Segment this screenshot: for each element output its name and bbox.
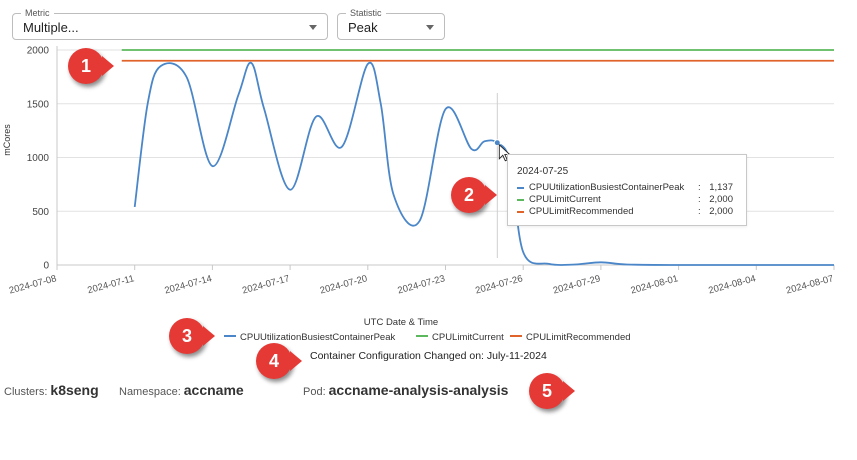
y-tick-label: 0 — [43, 261, 49, 272]
legend-swatch — [510, 335, 522, 338]
pod-info: Pod: accname-analysis-analysis — [303, 382, 508, 400]
legend-label: CPULimitCurrent — [432, 332, 504, 343]
x-tick-label: 2024-07-29 — [552, 273, 602, 296]
legend-swatch — [224, 335, 236, 338]
y-tick-label: 1000 — [27, 153, 50, 164]
tooltip-colon: : — [698, 194, 701, 205]
clusters-value: k8seng — [50, 382, 99, 398]
tooltip-colon: : — [698, 182, 701, 193]
y-tick-label: 1500 — [27, 99, 50, 110]
pod-label: Pod: — [303, 386, 326, 398]
tooltip-row: CPUUtilizationBusiestContainerPeak : 1,1… — [517, 182, 743, 194]
x-tick-label: 2024-07-23 — [396, 273, 446, 296]
y-tick-label: 500 — [32, 207, 49, 218]
tooltip-value: 2,000 — [709, 194, 733, 205]
tooltip-value: 2,000 — [709, 206, 733, 217]
pod-value: accname-analysis-analysis — [328, 382, 509, 398]
namespace-info: Namespace: accname — [119, 382, 244, 400]
x-tick-label: 2024-07-11 — [86, 273, 135, 296]
namespace-value: accname — [183, 382, 244, 398]
annotation-badge-3: 3 — [169, 318, 215, 354]
annotation-badge-5: 5 — [529, 373, 575, 409]
annotation-badge-2: 2 — [451, 177, 497, 213]
chart-tooltip: 2024-07-25 CPUUtilizationBusiestContaine… — [507, 154, 747, 226]
x-tick-label: 2024-07-14 — [163, 273, 213, 296]
clusters-info: Clusters: k8seng — [4, 382, 99, 400]
y-tick-label: 2000 — [27, 46, 50, 57]
annotation-badge-4: 4 — [256, 343, 302, 379]
clusters-label: Clusters: — [4, 386, 48, 398]
x-tick-label: 2024-07-08 — [8, 273, 58, 296]
x-tick-label: 2024-07-26 — [474, 273, 524, 296]
namespace-label: Namespace: — [119, 386, 181, 398]
y-axis-label: mCores — [2, 124, 12, 156]
legend-item-cpu-limit-current[interactable]: CPULimitCurrent — [416, 332, 504, 343]
tooltip-series-name: CPUUtilizationBusiestContainerPeak — [529, 182, 685, 193]
tooltip-date: 2024-07-25 — [517, 166, 569, 177]
tooltip-series-name: CPULimitRecommended — [529, 206, 634, 217]
legend-label: CPUUtilizationBusiestContainerPeak — [240, 332, 396, 343]
tooltip-colon: : — [698, 206, 701, 217]
tooltip-swatch — [517, 199, 524, 201]
legend-item-cpu-utilization[interactable]: CPUUtilizationBusiestContainerPeak — [224, 332, 395, 343]
tooltip-row: CPULimitCurrent : 2,000 — [517, 194, 743, 206]
x-tick-label: 2024-07-17 — [241, 273, 291, 296]
legend-item-cpu-limit-recommended[interactable]: CPULimitRecommended — [510, 332, 631, 343]
tooltip-value: 1,137 — [709, 182, 733, 193]
legend-swatch — [416, 335, 428, 338]
x-tick-label: 2024-08-07 — [785, 273, 835, 296]
chart-legend: CPUUtilizationBusiestContainerPeak CPULi… — [224, 330, 644, 344]
config-change-note: Container Configuration Changed on: July… — [310, 350, 547, 362]
x-tick-label: 2024-08-01 — [630, 273, 680, 296]
x-tick-label: 2024-08-04 — [707, 273, 757, 296]
legend-label: CPULimitRecommended — [526, 332, 631, 343]
tooltip-swatch — [517, 211, 524, 213]
x-tick-label: 2024-07-20 — [319, 273, 369, 296]
tooltip-row: CPULimitRecommended : 2,000 — [517, 206, 743, 218]
tooltip-swatch — [517, 187, 524, 189]
x-axis-label: UTC Date & Time — [364, 317, 438, 328]
tooltip-series-name: CPULimitCurrent — [529, 194, 601, 205]
annotation-badge-1: 1 — [68, 48, 114, 84]
